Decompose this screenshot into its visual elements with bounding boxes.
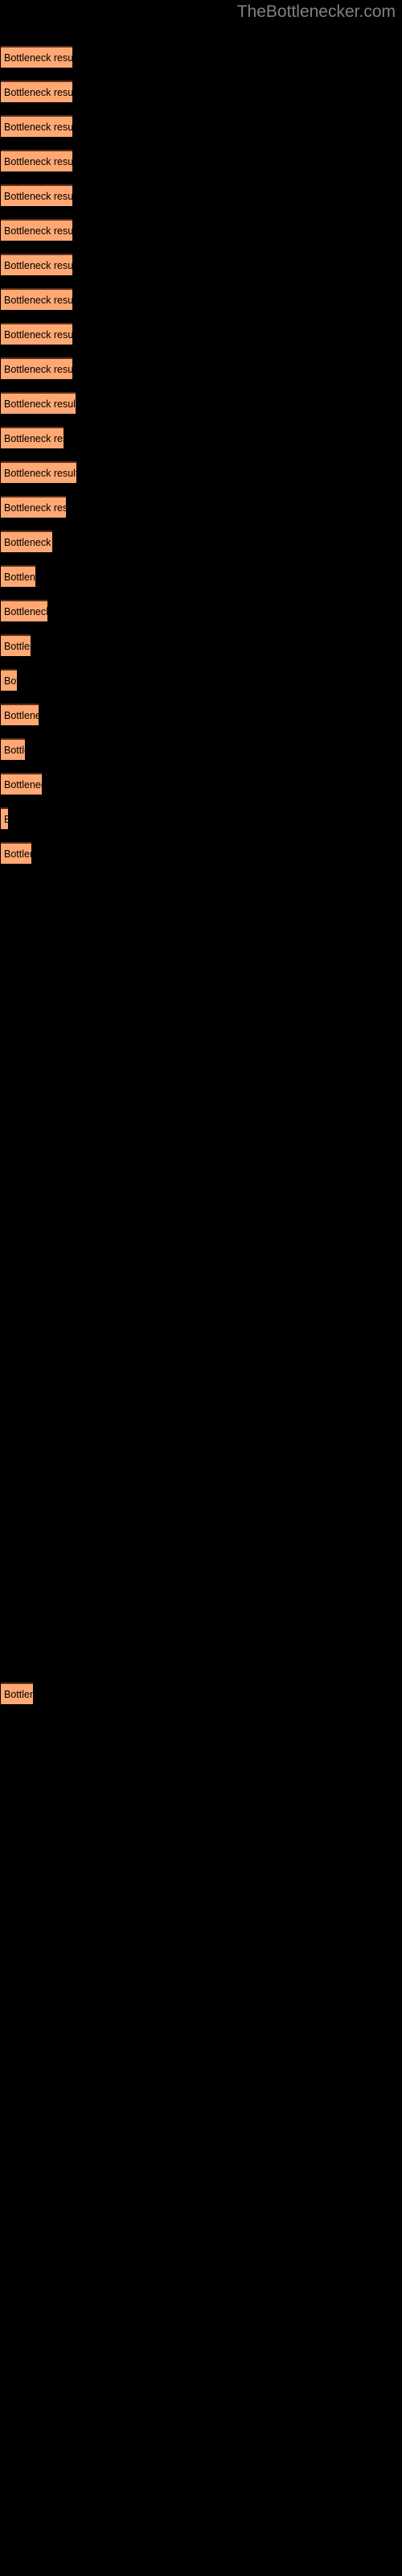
bar-row: Bottleneck result — [0, 600, 402, 634]
chart-bar[interactable]: Bottleneck result — [1, 842, 31, 864]
bar-label: Bottleneck result — [4, 606, 47, 617]
bar-row: Bottleneck result — [0, 807, 402, 842]
chart-bar[interactable]: Bottleneck result — [1, 150, 72, 171]
chart-bar[interactable]: Bottleneck result — [1, 565, 35, 587]
chart-bar[interactable]: Bottleneck result — [1, 80, 72, 102]
bar-label: Bottleneck result — [4, 156, 72, 167]
bar-label: Bottleneck result — [4, 260, 72, 271]
bar-label: Bottleneck result — [4, 710, 39, 721]
bar-row: Bottleneck result — [0, 1682, 402, 1717]
bar-row: Bottleneck result — [0, 150, 402, 184]
bar-row: Bottleneck result — [0, 738, 402, 773]
chart-bar[interactable]: Bottleneck result — [1, 427, 64, 448]
bar-row: Bottleneck result — [0, 184, 402, 219]
bar-row: Bottleneck result — [0, 115, 402, 150]
bar-row: Bottleneck result — [0, 842, 402, 877]
bar-label: Bottleneck result — [4, 468, 76, 479]
bar-label: Bottleneck result — [4, 537, 52, 548]
bar-label: Bottleneck result — [4, 122, 72, 133]
bar-chart: Bottleneck result Bottleneck result Bottle… — [0, 0, 402, 2576]
bar-label: Bottleneck result — [4, 295, 72, 306]
bar-row: Bottleneck result — [0, 773, 402, 807]
bar-label: Bottleneck result — [4, 433, 64, 444]
chart-bar[interactable]: Bottleneck result — [1, 46, 72, 68]
bar-row: Bottleneck result — [0, 634, 402, 669]
bar-label: Bottleneck result — [4, 675, 17, 687]
bar-row: Bottleneck result — [0, 46, 402, 80]
bar-label: Bottleneck result — [4, 848, 31, 860]
chart-bar[interactable]: Bottleneck result — [1, 115, 72, 137]
chart-bar[interactable]: Bottleneck result — [1, 704, 39, 725]
chart-bar[interactable]: Bottleneck result — [1, 219, 72, 241]
bar-label: Bottleneck result — [4, 364, 72, 375]
bar-label: Bottleneck result — [4, 191, 72, 202]
bar-row: Bottleneck result — [0, 254, 402, 288]
bar-label: Bottleneck result — [4, 87, 72, 98]
chart-bar[interactable]: Bottleneck result — [1, 357, 72, 379]
bar-row: Bottleneck result — [0, 669, 402, 704]
bar-label: Bottleneck result — [4, 225, 72, 237]
bar-row: Bottleneck result — [0, 565, 402, 600]
bar-label: Bottleneck result — [4, 329, 72, 341]
bar-row: Bottleneck result — [0, 392, 402, 427]
chart-bar[interactable]: Bottleneck result — [1, 669, 17, 691]
bar-label: Bottleneck result — [4, 779, 42, 791]
chart-bar[interactable]: Bottleneck result — [1, 461, 76, 483]
bar-row: Bottleneck result — [0, 219, 402, 254]
chart-bar[interactable]: Bottleneck result — [1, 288, 72, 310]
bar-label: Bottleneck result — [4, 812, 8, 827]
bar-label: Bottleneck result — [4, 745, 25, 756]
bar-label: Bottleneck result — [4, 572, 35, 583]
bar-row: Bottleneck result — [0, 288, 402, 323]
chart-bar[interactable]: Bottleneck result — [1, 634, 31, 656]
bar-row: Bottleneck result — [0, 704, 402, 738]
chart-bar[interactable]: Bottleneck result — [1, 1682, 33, 1704]
chart-bar[interactable]: Bottleneck result — [1, 773, 42, 795]
chart-bar[interactable]: Bottleneck result — [1, 496, 66, 518]
bar-row: Bottleneck result — [0, 530, 402, 565]
bar-label: Bottleneck result — [4, 1689, 33, 1700]
bar-label: Bottleneck result — [4, 398, 76, 410]
bar-row: Bottleneck result — [0, 323, 402, 357]
chart-bar[interactable]: Bottleneck result — [1, 392, 76, 414]
bar-row: Bottleneck result — [0, 80, 402, 115]
bar-label: Bottleneck result — [4, 641, 31, 652]
bar-label: Bottleneck result — [4, 52, 72, 64]
chart-bar[interactable]: Bottleneck result — [1, 184, 72, 206]
chart-bar[interactable]: Bottleneck result — [1, 807, 8, 829]
bar-label: Bottleneck result — [4, 502, 66, 514]
chart-bar[interactable]: Bottleneck result — [1, 530, 52, 552]
chart-bar[interactable]: Bottleneck result — [1, 600, 47, 621]
chart-bar[interactable]: Bottleneck result — [1, 254, 72, 275]
bar-row: Bottleneck result — [0, 427, 402, 461]
chart-bar[interactable]: Bottleneck result — [1, 323, 72, 345]
bar-row: Bottleneck result — [0, 357, 402, 392]
bar-row: Bottleneck result — [0, 461, 402, 496]
bar-row: Bottleneck result — [0, 496, 402, 530]
chart-bar[interactable]: Bottleneck result — [1, 738, 25, 760]
